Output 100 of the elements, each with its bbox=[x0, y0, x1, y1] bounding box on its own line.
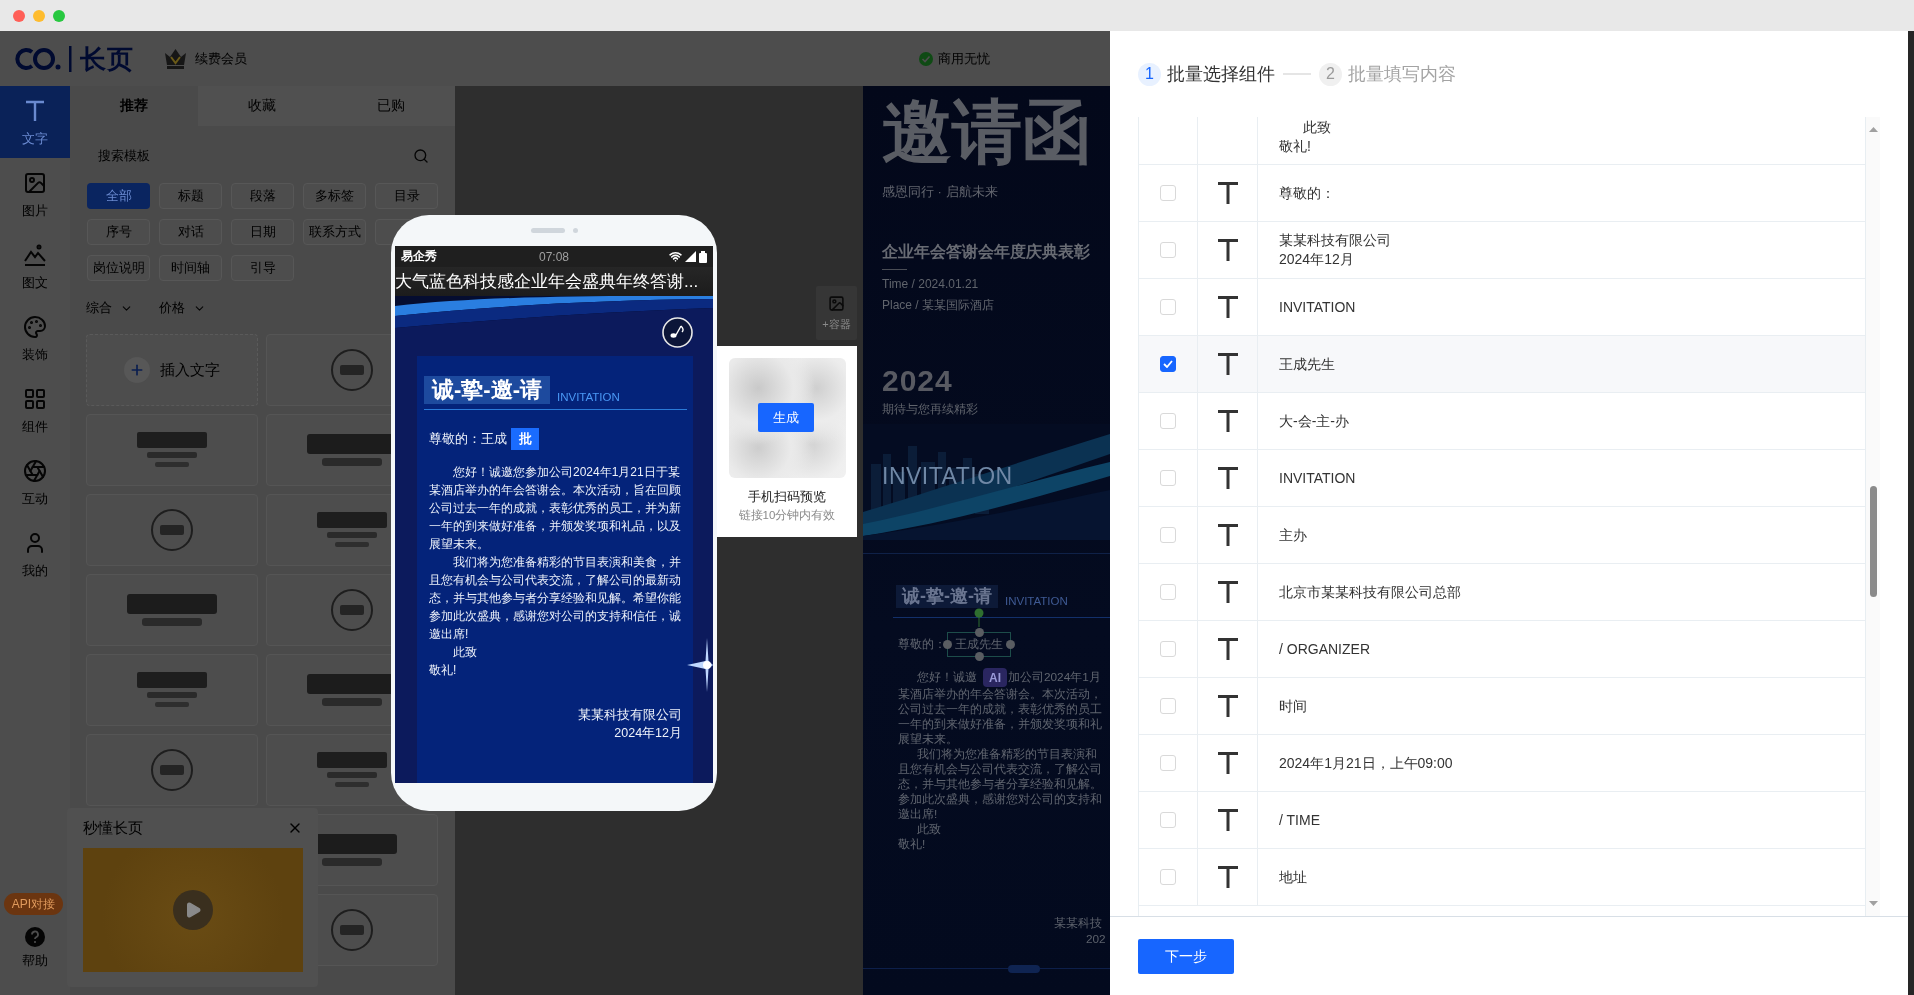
component-row[interactable]: 主办 bbox=[1139, 507, 1865, 564]
poster-banner-text: INVITATION bbox=[882, 463, 1013, 489]
next-step-button[interactable]: 下一步 bbox=[1138, 939, 1234, 974]
text-type-icon bbox=[1217, 410, 1238, 432]
filter-chip[interactable]: 全部 bbox=[87, 183, 150, 209]
api-link[interactable]: API对接 bbox=[4, 893, 63, 915]
selected-text: 王成先生 bbox=[955, 637, 1003, 652]
recipient-name: 王成 bbox=[481, 431, 507, 448]
filter-chip[interactable]: 联系方式 bbox=[303, 219, 366, 245]
filter-chip[interactable]: 时间轴 bbox=[159, 255, 222, 281]
component-text: 2024年1月21日，上午09:00 bbox=[1279, 753, 1453, 773]
letter-line: 您好！诚邀 bbox=[917, 670, 977, 685]
rail-tab[interactable]: 我的 bbox=[0, 518, 70, 590]
component-text: 敬礼! bbox=[1279, 137, 1311, 156]
filter-chip[interactable]: 多标签 bbox=[303, 183, 366, 209]
rail-tab[interactable]: 组件 bbox=[0, 374, 70, 446]
palette-icon bbox=[23, 314, 47, 339]
library-tab[interactable]: 收藏 bbox=[198, 86, 327, 126]
resize-handle-icon[interactable] bbox=[1006, 640, 1015, 649]
letter-paragraph: 此致 bbox=[452, 644, 478, 661]
filter-chip[interactable]: 标题 bbox=[159, 183, 222, 209]
zoom-window-icon[interactable] bbox=[53, 9, 65, 22]
image-icon bbox=[23, 170, 47, 195]
template-thumbnail bbox=[330, 908, 374, 952]
filter-chip[interactable]: 日期 bbox=[231, 219, 294, 245]
close-window-icon[interactable] bbox=[13, 9, 25, 22]
aperture-icon bbox=[23, 458, 47, 483]
filter-chip[interactable]: 目录 bbox=[375, 183, 438, 209]
rotate-handle-icon[interactable] bbox=[974, 608, 984, 627]
template-thumbnail bbox=[330, 588, 374, 632]
card-heading: 诚-挚-邀-请 bbox=[424, 376, 550, 404]
add-container-button[interactable]: +容器 bbox=[816, 286, 857, 340]
library-tab[interactable]: 已购 bbox=[326, 86, 455, 126]
component-row[interactable]: INVITATION bbox=[1139, 450, 1865, 507]
sort-dropdown[interactable]: 价格 bbox=[159, 298, 206, 318]
letter-paragraph: 我们将为您准备精彩的节目表演和美食，并且您有机会与公司代表交流，了解公司的最新动态，并与其他参与者分享经验和见解。希望你能参加此次盛典，感谢您对公司的支持和信任，诚邀出席! bbox=[428, 554, 682, 643]
letter-line: 态，并与其他参与者分享经验和见解。 bbox=[898, 777, 1102, 792]
filter-chip[interactable]: 引导 bbox=[231, 255, 294, 281]
component-row[interactable]: 2024年1月21日，上午09:00 bbox=[1139, 735, 1865, 792]
wifi-icon bbox=[669, 250, 682, 263]
component-row[interactable]: / TIME bbox=[1139, 792, 1865, 849]
component-row[interactable]: 大-会-主-办 bbox=[1139, 393, 1865, 450]
scroll-down-icon[interactable] bbox=[1868, 901, 1878, 906]
poster-event-title: 企业年会答谢会年度庆典表彰 bbox=[882, 243, 1090, 261]
resize-handle-icon[interactable] bbox=[974, 652, 984, 661]
drag-handle-icon[interactable] bbox=[1008, 965, 1040, 973]
filter-chip[interactable]: 段落 bbox=[231, 183, 294, 209]
insert-text-card[interactable]: 插入文字 bbox=[86, 334, 258, 406]
rail-tab[interactable]: 互动 bbox=[0, 446, 70, 518]
rail-tab[interactable]: 装饰 bbox=[0, 302, 70, 374]
signal-icon bbox=[685, 251, 696, 262]
salutation-text: 尊敬的： bbox=[898, 637, 946, 652]
filter-chip[interactable]: 序号 bbox=[87, 219, 150, 245]
text-type-icon bbox=[1217, 752, 1238, 774]
qr-preview-title: 手机扫码预览 bbox=[748, 489, 826, 505]
component-row[interactable]: 时间 bbox=[1139, 678, 1865, 735]
component-row[interactable]: / ORGANIZER bbox=[1139, 621, 1865, 678]
filter-chip[interactable]: 岗位说明 bbox=[87, 255, 150, 281]
page-title: 大气蓝色科技感企业年会盛典年终答谢... bbox=[395, 267, 713, 296]
generate-button[interactable]: 生成 bbox=[757, 403, 814, 432]
card-heading: 诚-挚-邀-请 bbox=[896, 585, 998, 608]
component-text: 大-会-主-办 bbox=[1279, 411, 1349, 431]
text-icon bbox=[23, 98, 47, 123]
app-name: 易企秀 bbox=[401, 248, 438, 265]
renew-membership-link[interactable]: 续费会员 bbox=[164, 48, 247, 69]
salutation-text: 尊敬的： bbox=[429, 431, 481, 448]
row-checkbox[interactable] bbox=[1160, 356, 1176, 372]
rail-tab[interactable]: 文字 bbox=[0, 86, 70, 158]
rail-tab[interactable]: 图文 bbox=[0, 230, 70, 302]
component-row[interactable]: 王成先生 bbox=[1139, 336, 1865, 393]
component-row[interactable]: 北京市某某科技有限公司总部 bbox=[1139, 564, 1865, 621]
template-thumbnail bbox=[317, 750, 387, 790]
resize-handle-icon[interactable] bbox=[943, 640, 952, 649]
template-thumbnail bbox=[150, 748, 194, 792]
search-field[interactable]: 搜索模板 bbox=[86, 143, 405, 169]
scroll-up-icon[interactable] bbox=[1868, 127, 1878, 132]
music-note-icon[interactable] bbox=[662, 317, 693, 348]
popup-title: 秒懂长页 bbox=[83, 818, 143, 838]
help-button[interactable]: 帮助 bbox=[0, 927, 70, 968]
scrollbar-thumb[interactable] bbox=[1869, 486, 1877, 597]
component-row[interactable]: 地址 bbox=[1139, 849, 1865, 906]
sort-dropdown[interactable]: 综合 bbox=[86, 298, 133, 318]
ai-badge[interactable]: AI bbox=[983, 668, 1007, 687]
letter-line: 且您有机会与公司代表交流，了解公司 bbox=[898, 762, 1102, 777]
search-icon[interactable] bbox=[413, 148, 429, 164]
component-row[interactable]: INVITATION bbox=[1139, 279, 1865, 336]
component-row[interactable]: 尊敬的： bbox=[1139, 165, 1865, 222]
step-number: 1 bbox=[1138, 62, 1161, 86]
camera-icon bbox=[572, 228, 578, 233]
play-icon[interactable] bbox=[173, 890, 213, 930]
check-icon bbox=[1163, 360, 1173, 368]
component-row[interactable]: 某某科技有限公司 2024年12月 bbox=[1139, 222, 1865, 279]
minimize-window-icon[interactable] bbox=[33, 9, 45, 22]
rail-tab[interactable]: 图片 bbox=[0, 158, 70, 230]
card-heading-subtitle: INVITATION bbox=[1005, 594, 1068, 608]
crown-icon bbox=[164, 48, 187, 69]
resize-handle-icon[interactable] bbox=[974, 628, 984, 637]
text-type-icon bbox=[1217, 467, 1238, 489]
filter-chip[interactable]: 对话 bbox=[159, 219, 222, 245]
batch-badge[interactable]: 批 bbox=[511, 428, 539, 450]
